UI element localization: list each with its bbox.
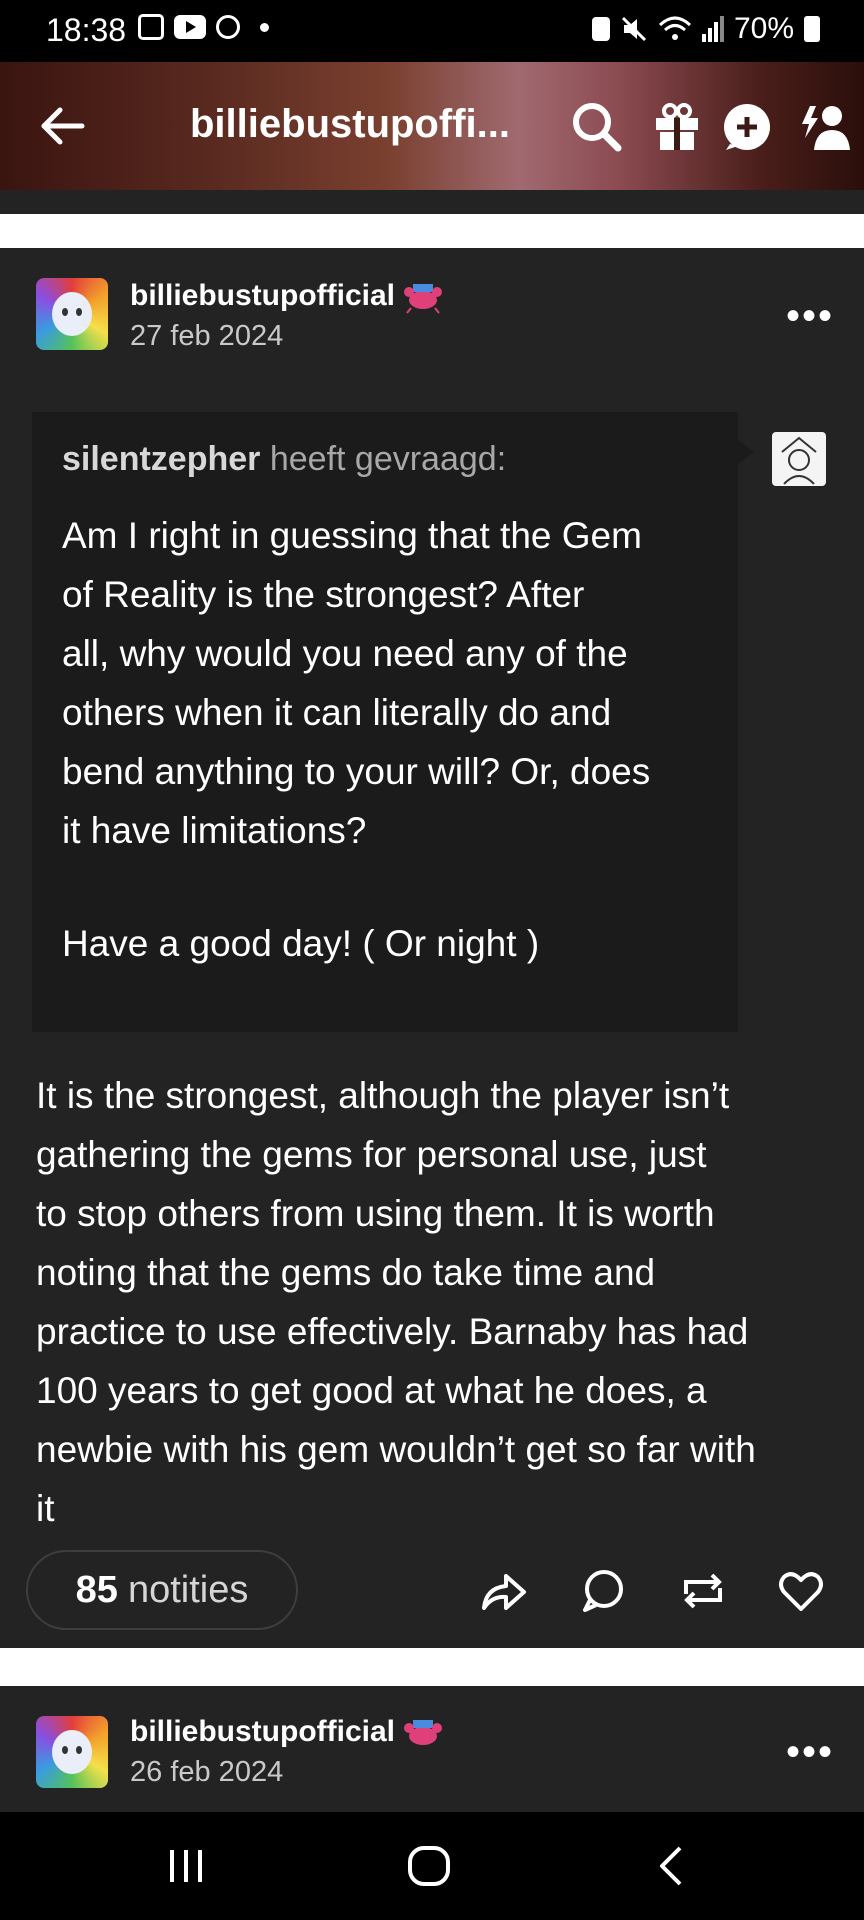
status-right: 70%	[591, 12, 820, 46]
status-time: 18:38	[46, 12, 127, 48]
reblog-icon[interactable]	[678, 1566, 728, 1616]
post-divider	[0, 214, 864, 248]
notes-label: notities	[127, 1568, 249, 1611]
asked-label: heeft gevraagd:	[269, 440, 507, 478]
gift-icon[interactable]	[650, 100, 704, 154]
ask-signoff: Have a good day! ( Or night )	[62, 923, 540, 964]
more-options-icon[interactable]: •••	[786, 1730, 834, 1775]
wifi-icon	[658, 16, 691, 40]
follow-user-icon[interactable]	[798, 100, 852, 154]
ask-question: Am I right in guessing that the Gem of R…	[62, 506, 732, 860]
question-line: Am I right in guessing that the Gem	[62, 515, 642, 556]
blog-title[interactable]: billiebustupoffi...	[190, 102, 510, 147]
answer-line: newbie with his gem wouldn’t get so far …	[36, 1429, 756, 1470]
answer-line: gathering the gems for personal use, jus…	[36, 1134, 707, 1175]
alarm-icon	[591, 17, 610, 41]
system-nav-bar	[0, 1812, 864, 1920]
post-date: 27 feb 2024	[130, 320, 284, 352]
battery-icon	[804, 16, 820, 42]
answer-line: noting that the gems do take time and	[36, 1252, 656, 1293]
post-card: billiebustupofficial 26 feb 2024 •••	[0, 1686, 864, 1812]
notes-count: 85	[75, 1568, 118, 1611]
asker-avatar[interactable]	[772, 432, 826, 486]
post-divider	[0, 1648, 864, 1686]
answer-line: 100 years to get good at what he does, a	[36, 1370, 707, 1411]
asker-sketch-icon	[781, 436, 817, 485]
answer-line: to stop others from using them. It is wo…	[36, 1193, 715, 1234]
home-icon[interactable]	[406, 1844, 452, 1888]
settings-notification-icon	[216, 15, 240, 39]
avatar[interactable]	[36, 278, 108, 350]
blog-header: billiebustupoffi...	[0, 62, 864, 190]
post-date: 26 feb 2024	[130, 1756, 284, 1788]
crab-badge-icon	[404, 1720, 443, 1745]
more-options-icon[interactable]: •••	[786, 294, 834, 339]
battery-percent: 70%	[733, 12, 794, 45]
question-line: of Reality is the strongest? After	[62, 574, 585, 615]
post-author[interactable]: billiebustupofficial	[130, 1714, 443, 1750]
answer-line: It is the strongest, although the player…	[36, 1075, 730, 1116]
post-card: billiebustupofficial 27 feb 2024 ••• sil…	[0, 248, 864, 1648]
notification-icons	[138, 14, 269, 40]
question-line: it have limitations?	[62, 810, 367, 851]
signal-icon	[701, 16, 724, 42]
reply-icon[interactable]	[578, 1566, 628, 1616]
asker-name[interactable]: silentzepher	[62, 440, 260, 478]
back-nav-icon[interactable]	[656, 1844, 686, 1888]
youtube-notification-icon	[174, 15, 206, 39]
post-author[interactable]: billiebustupofficial	[130, 278, 443, 314]
plus-bubble-icon[interactable]	[720, 100, 774, 154]
ask-box: silentzepher heeft gevraagd: Am I right …	[32, 412, 754, 1032]
back-arrow-icon[interactable]	[40, 106, 86, 146]
post-answer: It is the strongest, although the player…	[36, 1066, 836, 1538]
question-line: all, why would you need any of the	[62, 633, 628, 674]
previous-post-edge	[0, 190, 864, 214]
share-icon[interactable]	[478, 1566, 528, 1616]
ask-pointer	[738, 440, 754, 464]
recent-apps-icon[interactable]	[166, 1848, 206, 1884]
status-bar: 18:38 70%	[0, 0, 864, 62]
search-icon[interactable]	[570, 100, 624, 154]
post-username[interactable]: billiebustupofficial	[130, 279, 395, 313]
ask-header: silentzepher heeft gevraagd:	[62, 440, 506, 479]
crab-badge-icon	[404, 284, 443, 314]
question-line: bend anything to your will? Or, does	[62, 751, 651, 792]
avatar[interactable]	[36, 1716, 108, 1788]
answer-line: it	[36, 1488, 55, 1529]
mute-icon	[621, 16, 647, 42]
answer-line: practice to use effectively. Barnaby has…	[36, 1311, 749, 1352]
dot-notification-icon	[260, 22, 269, 32]
question-line: others when it can literally do and	[62, 692, 612, 733]
post-username[interactable]: billiebustupofficial	[130, 1715, 395, 1749]
notes-button[interactable]: 85 notities	[26, 1550, 298, 1630]
gallery-notification-icon	[138, 14, 164, 40]
heart-icon[interactable]	[776, 1566, 826, 1616]
